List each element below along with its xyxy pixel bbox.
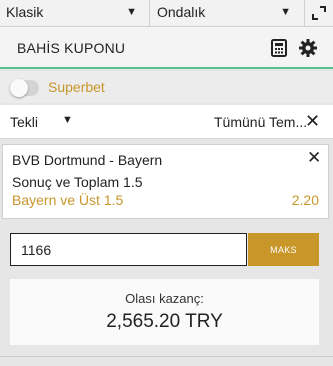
bet-event-name: BVB Dortmund - Bayern	[12, 152, 163, 168]
expand-button[interactable]	[304, 0, 333, 26]
chevron-down-icon: ▼	[126, 6, 137, 18]
stake-input[interactable]	[10, 233, 247, 266]
chevron-down-icon: ▼	[280, 6, 291, 18]
toggle-knob	[10, 79, 28, 97]
odds-format-select[interactable]: Ondalık ▼	[151, 0, 303, 26]
close-icon[interactable]: ✕	[305, 111, 320, 132]
expand-icon	[312, 6, 326, 20]
calculator-icon[interactable]	[271, 39, 287, 57]
superbet-toggle[interactable]	[10, 79, 39, 97]
bet-mode-select[interactable]: Klasik ▼	[0, 0, 150, 26]
bet-type-row: Tekli ▼ Tümünü Tem... ✕	[0, 105, 333, 139]
bet-selection: Bayern ve Üst 1.5	[12, 192, 124, 208]
close-icon[interactable]: ✕	[307, 148, 321, 168]
payout-label: Olası kazanç:	[125, 291, 204, 306]
payout-value: 2,565.20 TRY	[106, 311, 223, 332]
page-title: BAHİS KUPONU	[17, 40, 126, 56]
footer-divider	[0, 356, 333, 366]
superbet-row: Superbet	[0, 71, 333, 103]
odds-format-value: Ondalık	[157, 4, 206, 20]
max-stake-button[interactable]: MAKS	[248, 233, 319, 266]
superbet-label: Superbet	[48, 79, 105, 95]
bet-item: BVB Dortmund - Bayern ✕ Sonuç ve Toplam …	[2, 144, 329, 219]
bet-odds: 2.20	[291, 192, 319, 208]
bet-type-select[interactable]: Tekli	[10, 114, 38, 130]
payout-box: Olası kazanç: 2,565.20 TRY	[10, 279, 319, 345]
chevron-down-icon[interactable]: ▼	[62, 114, 73, 126]
bet-market: Sonuç ve Toplam 1.5	[12, 174, 143, 190]
top-selector-bar: Klasik ▼ Ondalık ▼	[0, 0, 333, 27]
remove-all-link[interactable]: Tümünü Tem...	[214, 114, 307, 130]
bet-mode-value: Klasik	[6, 4, 44, 20]
betslip-header: BAHİS KUPONU	[0, 27, 333, 69]
gear-icon[interactable]	[298, 38, 318, 58]
